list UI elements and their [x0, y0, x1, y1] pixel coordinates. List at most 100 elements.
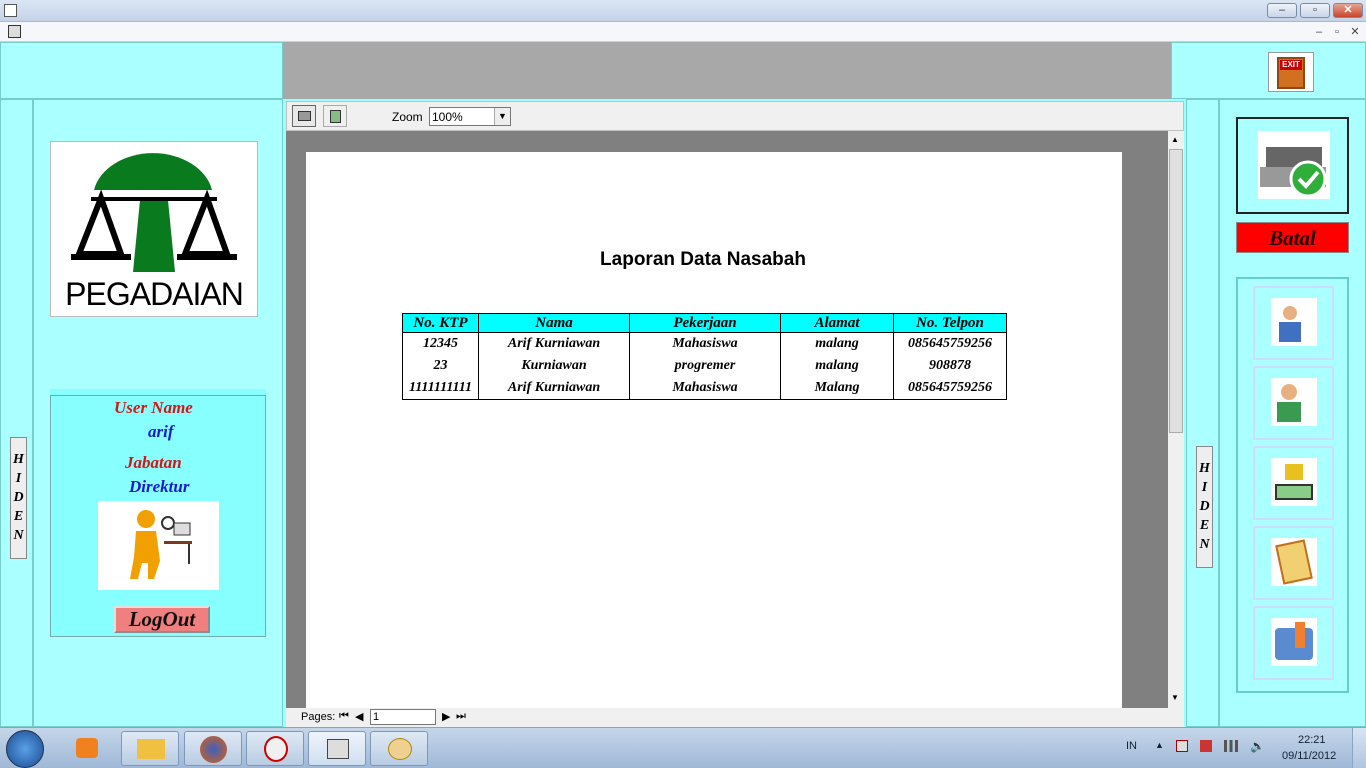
child-restore-button[interactable]: ▫ — [1328, 25, 1346, 39]
hiden-right-button[interactable]: H I D E N — [1196, 446, 1213, 568]
explorer-icon[interactable] — [121, 731, 179, 766]
table-cell: Mahasiswa — [629, 377, 781, 400]
restore-button[interactable]: ▫ — [1300, 3, 1330, 18]
hiden-left-letter: N — [13, 528, 24, 543]
jabatan-value: Direktur — [129, 477, 190, 496]
next-page-icon[interactable]: ▶ — [442, 710, 450, 723]
hiden-left-button[interactable]: H I D E N — [10, 437, 27, 559]
table-row: 23 Kurniawan progremer malang 908878 — [402, 355, 1007, 377]
signal-icon[interactable] — [1224, 740, 1238, 752]
jabatan-label: Jabatan — [125, 453, 182, 472]
hiden-right-letter: N — [1199, 537, 1210, 552]
active-app-icon[interactable] — [308, 731, 366, 766]
child-minimize-button[interactable]: – — [1310, 25, 1328, 39]
print-icon[interactable] — [292, 105, 316, 127]
minimize-button[interactable]: – — [1267, 3, 1297, 18]
table-cell: 085645759256 — [893, 332, 1007, 355]
scroll-down-icon[interactable]: ▼ — [1171, 693, 1179, 702]
last-page-icon[interactable]: ⏭ — [456, 710, 466, 723]
pawn-money-icon — [1271, 458, 1317, 506]
nav-customer-data-button[interactable] — [1253, 286, 1334, 360]
column-header: Alamat — [780, 313, 894, 333]
security-icon[interactable] — [1200, 740, 1212, 752]
hiden-right-letter: D — [1199, 499, 1210, 514]
show-hidden-icons[interactable]: ▲ — [1155, 740, 1164, 750]
nav-settings-button[interactable] — [1253, 606, 1334, 680]
zoom-value: 100% — [432, 110, 463, 124]
table-row: 12345 Arif Kurniawan Mahasiswa malang 08… — [402, 332, 1007, 355]
app-flash-icon[interactable] — [246, 731, 304, 766]
child-close-button[interactable]: ✕ — [1346, 25, 1364, 39]
right-collapse-strip: H I D E N — [1186, 99, 1219, 727]
table-header-row: No. KTP Nama Pekerjaan Alamat No. Telpon — [402, 313, 1007, 333]
clipboard-icon — [1271, 538, 1317, 586]
report-title: Laporan Data Nasabah — [600, 249, 806, 270]
scales-logo-icon — [71, 153, 237, 272]
table-cell: progremer — [629, 355, 781, 377]
table-cell: 1111111111 — [402, 377, 479, 400]
batal-button[interactable]: Batal — [1236, 222, 1349, 253]
exit-button[interactable]: EXIT — [1268, 52, 1314, 92]
scroll-thumb[interactable] — [1169, 149, 1183, 433]
media-player-icon[interactable] — [58, 731, 116, 766]
clock-date[interactable]: 09/11/2012 — [1282, 750, 1336, 762]
table-cell: Malang — [780, 377, 894, 400]
logout-button[interactable]: LogOut — [114, 606, 210, 633]
language-indicator[interactable]: IN — [1126, 740, 1137, 752]
table-cell: Arif Kurniawan — [478, 332, 630, 355]
column-header: No. Telpon — [893, 313, 1007, 333]
report-table: No. KTP Nama Pekerjaan Alamat No. Telpon… — [402, 313, 1007, 400]
exit-door-icon: EXIT — [1277, 57, 1305, 89]
viewer-toolbar: Zoom 100% ▼ — [286, 101, 1184, 131]
table-cell: malang — [780, 332, 894, 355]
show-desktop-button[interactable] — [1352, 728, 1366, 768]
printer-check-icon — [1258, 131, 1330, 199]
clock-time[interactable]: 22:21 — [1298, 734, 1326, 746]
close-button[interactable]: ✕ — [1333, 3, 1363, 18]
user-avatar — [98, 501, 219, 590]
top-left-panel — [0, 42, 283, 99]
paint-icon[interactable] — [370, 731, 428, 766]
table-cell: Arif Kurniawan — [478, 377, 630, 400]
first-page-icon[interactable]: ⏮ — [339, 710, 349, 723]
hiden-left-letter: I — [15, 471, 22, 486]
table-cell: malang — [780, 355, 894, 377]
app-title-bar: – ▫ ✕ — [0, 0, 1366, 22]
top-banner — [283, 42, 1171, 99]
hiden-left-letter: D — [13, 490, 24, 505]
table-cell: 12345 — [402, 332, 479, 355]
left-collapse-strip: H I D E N — [0, 99, 33, 727]
vertical-scrollbar[interactable]: ▲ ▼ — [1168, 131, 1184, 708]
app-icon — [4, 4, 17, 17]
column-header: Pekerjaan — [629, 313, 781, 333]
child-window-icon — [8, 25, 21, 38]
hiden-right-letter: E — [1199, 518, 1210, 533]
column-header: Nama — [478, 313, 630, 333]
hiden-left-letter: H — [13, 452, 24, 467]
table-cell: Kurniawan — [478, 355, 630, 377]
top-right-panel: EXIT — [1171, 42, 1366, 99]
mdi-child-bar: – ▫ ✕ — [0, 22, 1366, 42]
network-error-icon[interactable] — [1176, 740, 1188, 752]
table-row: 1111111111 Arif Kurniawan Mahasiswa Mala… — [402, 377, 1007, 400]
zoom-label: Zoom — [392, 110, 423, 124]
report-page: Laporan Data Nasabah — [306, 152, 1122, 708]
volume-icon[interactable]: 🔈 — [1250, 739, 1265, 753]
user-name-label: User Name — [114, 398, 193, 417]
prev-page-icon[interactable]: ◀ — [355, 710, 363, 723]
nav-customer-card-button[interactable] — [1253, 366, 1334, 440]
export-icon[interactable] — [323, 105, 347, 127]
scroll-up-icon[interactable]: ▲ — [1171, 135, 1179, 144]
print-report-button[interactable] — [1236, 117, 1349, 214]
zoom-select[interactable]: 100% ▼ — [429, 107, 511, 126]
page-number-input[interactable]: 1 — [370, 709, 436, 725]
table-cell: 908878 — [893, 355, 1007, 377]
chevron-down-icon[interactable]: ▼ — [494, 108, 510, 125]
settings-tools-icon — [1271, 618, 1317, 666]
column-header: No. KTP — [402, 313, 479, 333]
nav-clipboard-button[interactable] — [1253, 526, 1334, 600]
nav-pawn-money-button[interactable] — [1253, 446, 1334, 520]
exit-sign-label: EXIT — [1280, 60, 1302, 70]
start-button[interactable] — [6, 730, 44, 768]
firefox-icon[interactable] — [184, 731, 242, 766]
